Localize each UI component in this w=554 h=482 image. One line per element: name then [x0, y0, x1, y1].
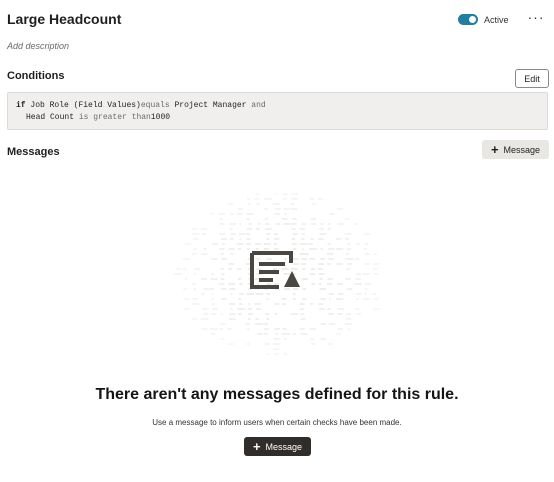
condition-value-project-manager: Project Manager [174, 101, 247, 110]
messages-heading: Messages [7, 146, 60, 158]
add-message-primary-label: Message [265, 441, 303, 452]
active-toggle-group: Active [458, 14, 509, 25]
condition-line-1: if Job Role (Field Values)equals Project… [16, 100, 539, 112]
condition-expression: if Job Role (Field Values)equals Project… [7, 92, 548, 130]
rule-title: Large Headcount [7, 11, 122, 27]
message-document-icon [250, 251, 300, 289]
empty-state-title: There aren't any messages defined for th… [95, 386, 459, 403]
condition-join-and: and [251, 101, 266, 110]
edit-conditions-button[interactable]: Edit [515, 69, 549, 88]
condition-value-1000: 1000 [150, 113, 171, 122]
active-toggle-label: Active [484, 14, 509, 25]
condition-operator-equals: equals [140, 101, 170, 110]
empty-state-subtitle: Use a message to inform users when certa… [152, 418, 402, 427]
more-options-icon[interactable]: ··· [526, 10, 546, 28]
condition-operator-greater-than: is greater than [78, 113, 151, 122]
add-message-button-primary[interactable]: + Message [244, 437, 311, 456]
condition-field-head-count: Head Count [26, 113, 75, 122]
toggle-knob [469, 16, 476, 23]
conditions-heading: Conditions [7, 70, 65, 82]
add-description-link[interactable]: Add description [7, 41, 69, 51]
add-message-label: Message [503, 144, 541, 155]
plus-icon: + [490, 142, 499, 157]
plus-icon: + [252, 439, 261, 454]
condition-if-keyword: if [16, 101, 26, 110]
add-message-button-top[interactable]: + Message [482, 140, 549, 159]
active-toggle[interactable] [458, 14, 478, 25]
condition-line-2: Head Count is greater than1000 [16, 112, 539, 124]
condition-field-job-role: Job Role (Field Values) [30, 101, 141, 110]
